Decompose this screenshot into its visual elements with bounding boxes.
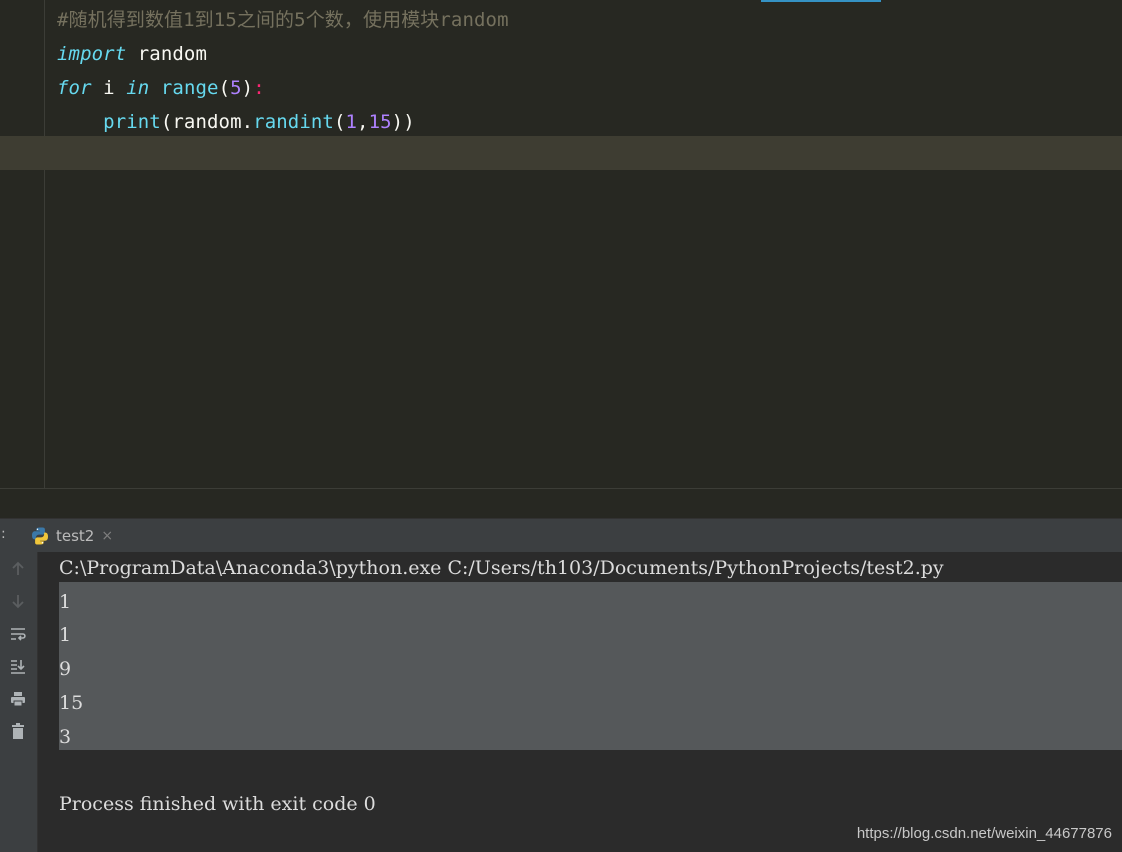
console-command: C:\ProgramData\Anaconda3\python.exe C:/U… (59, 557, 944, 579)
code-token: 5 (230, 77, 242, 99)
code-token: , (357, 111, 369, 133)
code-line[interactable]: import random (57, 37, 207, 71)
code-token: range (160, 77, 219, 99)
soft-wrap-icon[interactable] (6, 622, 30, 646)
editor-tab-indicator (761, 0, 881, 2)
code-token: import (57, 43, 127, 65)
code-token: ( (333, 111, 346, 133)
code-token: for (57, 77, 92, 99)
run-panel-prefix: : (1, 526, 6, 542)
run-console[interactable]: C:\ProgramData\Anaconda3\python.exe C:/U… (38, 552, 1122, 852)
print-icon[interactable] (6, 687, 30, 711)
code-token: i (91, 77, 127, 99)
scroll-to-end-icon[interactable] (6, 654, 30, 678)
close-icon[interactable]: × (101, 528, 113, 544)
code-token: print (103, 111, 161, 133)
tab-test2[interactable]: test2 × (24, 519, 122, 552)
console-output-line: 15 (59, 692, 84, 714)
up-arrow-icon[interactable] (6, 557, 30, 581)
code-line[interactable]: for i in range(5): (57, 71, 265, 105)
watermark: https://blog.csdn.net/weixin_44677876 (856, 825, 1112, 842)
code-token: #随机得到数值1到15之间的5个数，使用模块random (57, 9, 509, 31)
editor-gutter (0, 0, 45, 488)
code-line[interactable]: #随机得到数值1到15之间的5个数，使用模块random (57, 3, 509, 37)
code-token: randint (253, 111, 334, 133)
down-arrow-icon[interactable] (6, 589, 30, 613)
code-token: in (126, 77, 150, 99)
console-output-line: 9 (59, 658, 72, 680)
run-toolbar (0, 552, 38, 852)
python-icon (32, 527, 48, 544)
code-token: 1 (345, 111, 358, 133)
code-line[interactable]: print(random.randint(1,15)) (57, 105, 415, 139)
code-token: : (253, 77, 265, 99)
console-finish-message: Process finished with exit code 0 (59, 793, 376, 815)
code-token: random (126, 43, 208, 65)
code-token: 15 (368, 111, 392, 133)
code-editor[interactable]: #随机得到数值1到15之间的5个数，使用模块random import rando… (0, 0, 1122, 488)
current-line-highlight (0, 136, 1122, 170)
trash-icon[interactable] (6, 719, 30, 743)
panel-splitter[interactable] (0, 489, 1122, 518)
run-panel-header: : test2 × (0, 518, 1122, 552)
text-selection (59, 582, 1122, 750)
tab-label: test2 (56, 526, 95, 545)
code-token: (random. (160, 111, 254, 133)
code-token: )) (391, 111, 415, 133)
console-output-line: 1 (59, 624, 72, 646)
code-token: ( (218, 77, 231, 99)
console-output-line: 3 (59, 726, 72, 748)
console-output-line: 1 (59, 591, 72, 613)
code-token: ) (241, 77, 254, 99)
